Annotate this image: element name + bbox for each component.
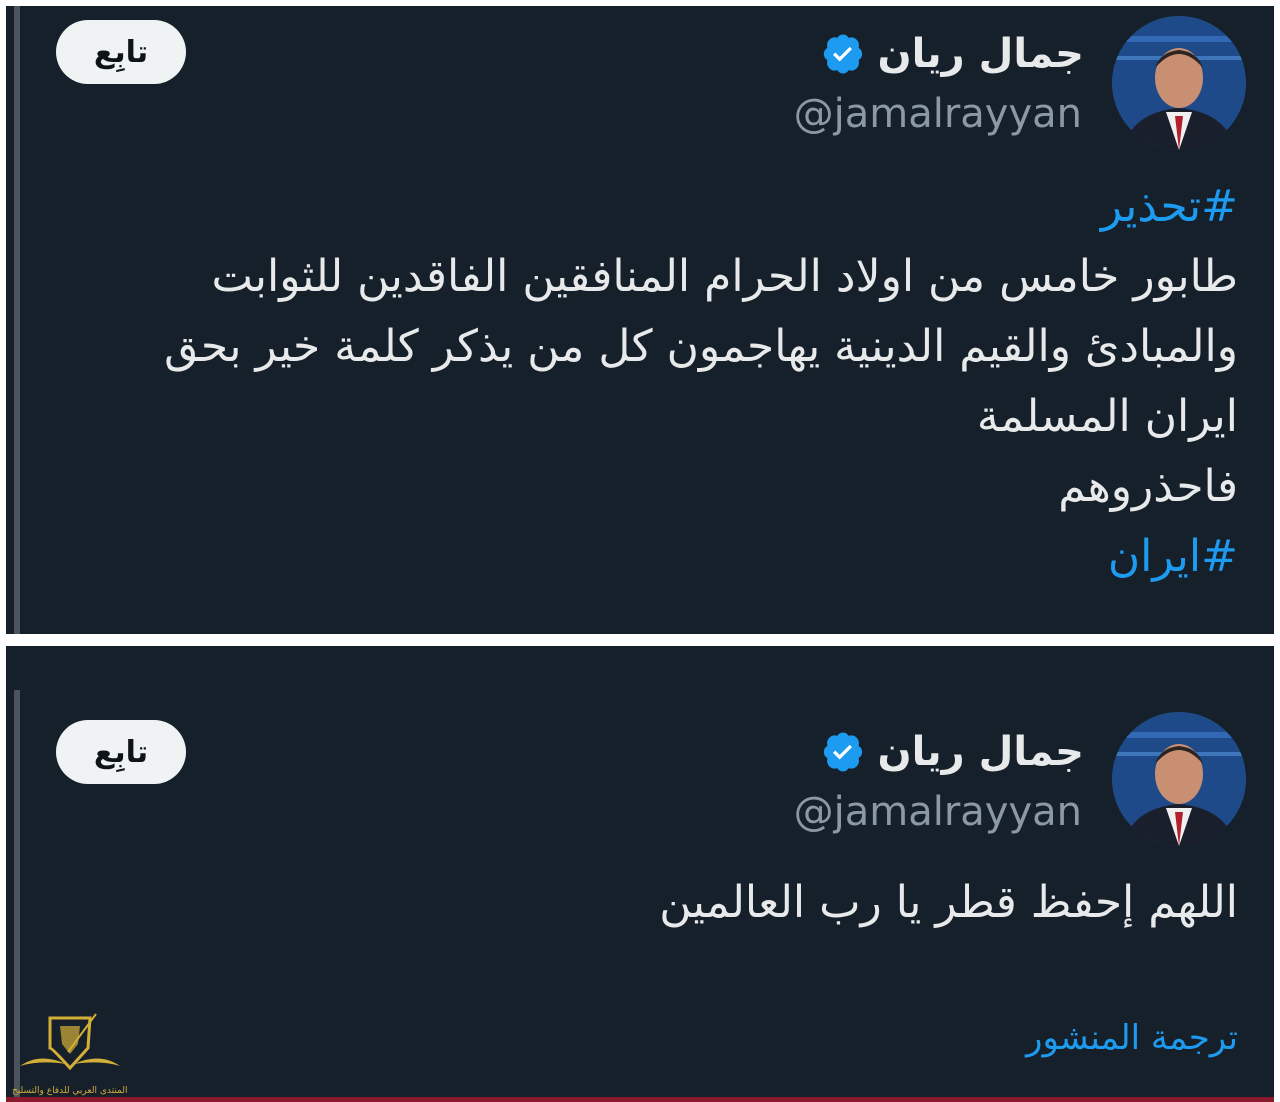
tweet-line: ايران المسلمة — [976, 391, 1238, 442]
tweet-card-2: جمال ريان @jamalrayyan تابِع اللهم إحفظ … — [6, 646, 1274, 1102]
tweet-line: فاحذروهم — [1058, 461, 1238, 512]
author-handle[interactable]: @jamalrayyan — [794, 90, 1082, 138]
hashtag-link[interactable]: #تحذير — [36, 172, 1238, 242]
avatar[interactable] — [1112, 16, 1246, 150]
bottom-edge — [6, 1097, 1274, 1102]
author-name[interactable]: جمال ريان — [877, 728, 1084, 776]
tweet-line: والمبادئ والقيم الدينية يهاجمون كل من يذ… — [164, 321, 1238, 372]
translate-post-link[interactable]: ترجمة المنشور — [1026, 1018, 1238, 1058]
watermark-caption: المنتدى العربي للدفاع والتسليح — [12, 1086, 128, 1096]
tweet-body: اللهم إحفظ قطر يا رب العالمين — [36, 868, 1238, 938]
tweet-card-1: جمال ريان @jamalrayyan تابِع #تحذير طابو… — [6, 6, 1274, 634]
verified-badge-icon — [824, 34, 863, 74]
tweet-body: #تحذير طابور خامس من اولاد الحرام المناف… — [36, 172, 1238, 592]
hashtag-link[interactable]: #ايران — [36, 522, 1238, 592]
follow-button[interactable]: تابِع — [56, 720, 186, 784]
shield-logo-icon — [20, 1013, 120, 1071]
tweet-line: اللهم إحفظ قطر يا رب العالمين — [659, 877, 1238, 928]
verified-badge-icon — [824, 732, 863, 772]
author-handle[interactable]: @jamalrayyan — [794, 788, 1082, 836]
avatar[interactable] — [1112, 712, 1246, 846]
author-row: جمال ريان — [823, 30, 1084, 78]
follow-button[interactable]: تابِع — [56, 20, 186, 84]
author-name[interactable]: جمال ريان — [877, 30, 1084, 78]
thread-line — [14, 6, 20, 634]
tweet-line: طابور خامس من اولاد الحرام المنافقين الف… — [211, 251, 1238, 302]
author-row: جمال ريان — [823, 728, 1084, 776]
